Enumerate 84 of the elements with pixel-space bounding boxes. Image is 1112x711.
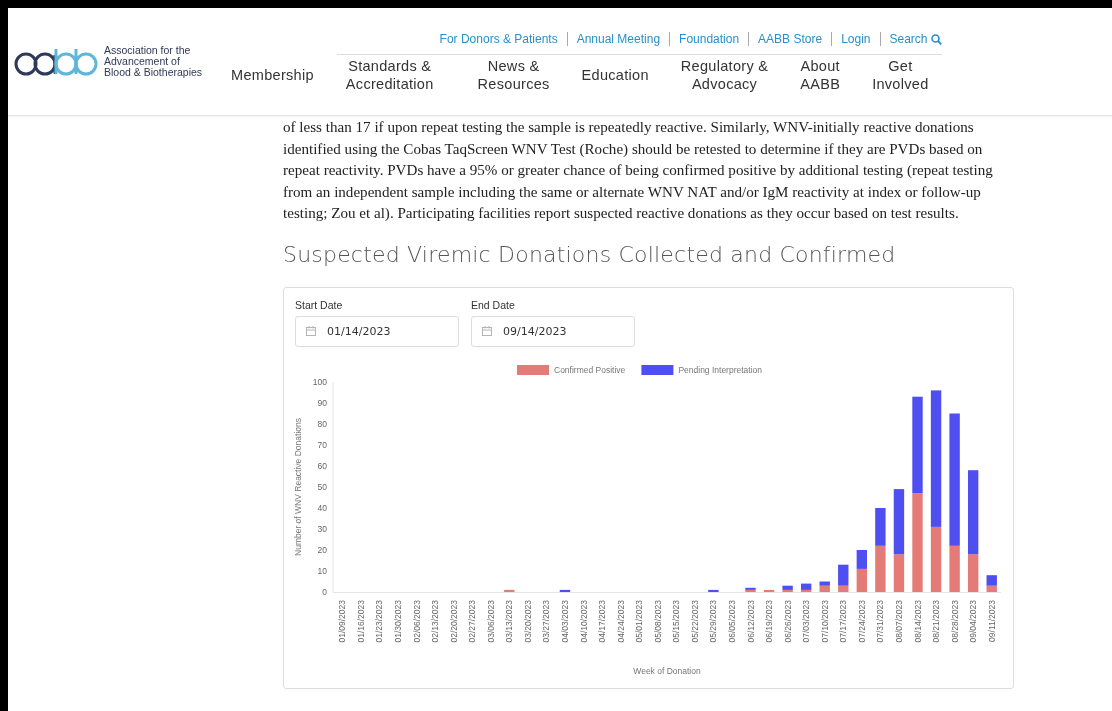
x-tick-label: 06/05/2023	[726, 599, 737, 643]
field-label: End Date	[471, 298, 516, 311]
y-tick-label: 100	[312, 376, 327, 387]
y-tick-label: 40	[317, 502, 327, 513]
bar	[504, 589, 515, 592]
x-tick-label: 02/20/2023	[448, 599, 459, 643]
calendar-icon	[482, 325, 492, 336]
nav-link[interactable]: Regulatory & Advocacy	[671, 57, 778, 93]
x-tick-label: 04/10/2023	[578, 599, 589, 643]
x-tick-label: 05/22/2023	[689, 599, 700, 643]
utility-link[interactable]: Search	[879, 32, 942, 46]
x-tick-label: 06/26/2023	[782, 599, 793, 643]
x-tick-label: 03/06/2023	[485, 599, 496, 643]
x-tick-label: 03/13/2023	[504, 599, 515, 643]
date-field[interactable]: 01/14/2023	[295, 315, 459, 347]
logo-text: Association for the Advancement of Blood & Biotherapies	[104, 45, 203, 78]
x-tick-label: 09/04/2023	[968, 599, 979, 643]
y-tick-label: 30	[317, 523, 327, 534]
legend-label: Confirmed Positive	[554, 364, 626, 375]
x-tick-label: 07/03/2023	[801, 599, 812, 643]
date-field[interactable]: 09/14/2023	[471, 315, 635, 347]
nav-link[interactable]: Get Involved	[863, 57, 938, 93]
x-tick-label: 07/17/2023	[838, 599, 849, 643]
bar	[856, 549, 868, 569]
nav-link[interactable]: Membership	[222, 57, 323, 93]
x-tick-label: 07/24/2023	[856, 599, 867, 643]
y-tick-label: 50	[317, 481, 327, 492]
x-tick-label: 02/06/2023	[411, 599, 422, 643]
logo-link[interactable]: Association for the Advancement of Blood & Biotherapies	[14, 45, 203, 78]
x-tick-label: 02/27/2023	[467, 599, 478, 643]
utility-link[interactable]: Annual Meeting	[566, 32, 661, 46]
x-tick-label: 05/01/2023	[634, 599, 645, 643]
x-tick-label: 08/28/2023	[949, 599, 960, 643]
bar	[875, 507, 886, 546]
x-tick-label: 08/21/2023	[931, 599, 942, 643]
bar	[559, 589, 571, 592]
x-tick-label: 08/07/2023	[893, 599, 904, 643]
body-paragraph: of less than 17 if upon repeat testing the sample is repeatedly reactive. Similarly, WNV-initially reactive donations identified using the Cobas TaqScreen WNV Test (Roche) should be retested to determine if they are PVDs based on repeat reactivity. PVDs have a 95% or greater chance of being confirmed positive by additional testing (repeat testing from an independent sample including the same or alternate WNV NAT and/or IgM reactivity at index or follow-up testing; Zou et al). Participating facilities report suspected reactive donations as they occur based on test results.	[283, 118, 994, 223]
y-tick-label: 10	[317, 565, 327, 576]
x-tick-label: 07/31/2023	[875, 599, 886, 643]
x-tick-label: 02/13/2023	[430, 599, 441, 643]
x-tick-label: 09/11/2023	[986, 599, 997, 642]
utility-link[interactable]: For Donors & Patients	[439, 32, 558, 46]
x-tick-label: 06/12/2023	[745, 599, 756, 643]
utility-link[interactable]: Login	[831, 32, 871, 46]
nav-link[interactable]: Education	[572, 57, 658, 93]
nav-link[interactable]: News & Resources	[468, 57, 559, 93]
search-icon	[930, 33, 942, 45]
x-tick-label: 06/19/2023	[764, 599, 775, 643]
x-tick-label: 03/20/2023	[522, 599, 533, 643]
bar	[856, 568, 868, 592]
y-tick-label: 20	[317, 544, 327, 555]
x-axis-title: Week of Donation	[633, 665, 701, 676]
y-tick-label: 90	[317, 397, 327, 408]
utility-link[interactable]: AABB Store	[748, 32, 823, 46]
nav-link[interactable]: About AABB	[791, 57, 850, 93]
y-tick-label: 70	[317, 439, 327, 450]
x-tick-label: 08/14/2023	[912, 599, 923, 643]
x-tick-label: 05/08/2023	[652, 599, 663, 643]
x-tick-label: 01/30/2023	[392, 599, 403, 643]
x-tick-label: 01/23/2023	[374, 599, 385, 643]
bar	[875, 545, 886, 592]
x-tick-label: 04/17/2023	[597, 599, 608, 643]
x-tick-label: 05/15/2023	[671, 599, 682, 643]
x-tick-label: 04/03/2023	[559, 599, 570, 643]
y-tick-label: 80	[317, 418, 327, 429]
section-heading: Suspected Viremic Donations Collected and Confirmed	[283, 241, 897, 267]
legend-label: Pending Interpretation	[678, 364, 763, 375]
field-label: Start Date	[295, 298, 344, 311]
x-tick-label: 07/10/2023	[819, 599, 830, 643]
utility-link[interactable]: Foundation	[669, 32, 740, 46]
bar	[763, 589, 775, 592]
bar	[708, 589, 719, 592]
x-tick-label: 05/29/2023	[708, 599, 719, 643]
x-tick-label: 01/09/2023	[337, 599, 348, 643]
nav-link[interactable]: Standards & Accreditation	[336, 57, 443, 93]
y-tick-label: 0	[322, 586, 327, 597]
y-tick-label: 60	[317, 460, 327, 471]
logo-icon	[14, 46, 100, 77]
x-tick-label: 01/16/2023	[355, 599, 366, 643]
x-tick-label: 04/24/2023	[615, 599, 626, 643]
x-tick-label: 03/27/2023	[541, 599, 552, 643]
y-axis-title: Number of WNV Reactive Donations	[293, 417, 303, 556]
calendar-icon	[306, 325, 316, 336]
